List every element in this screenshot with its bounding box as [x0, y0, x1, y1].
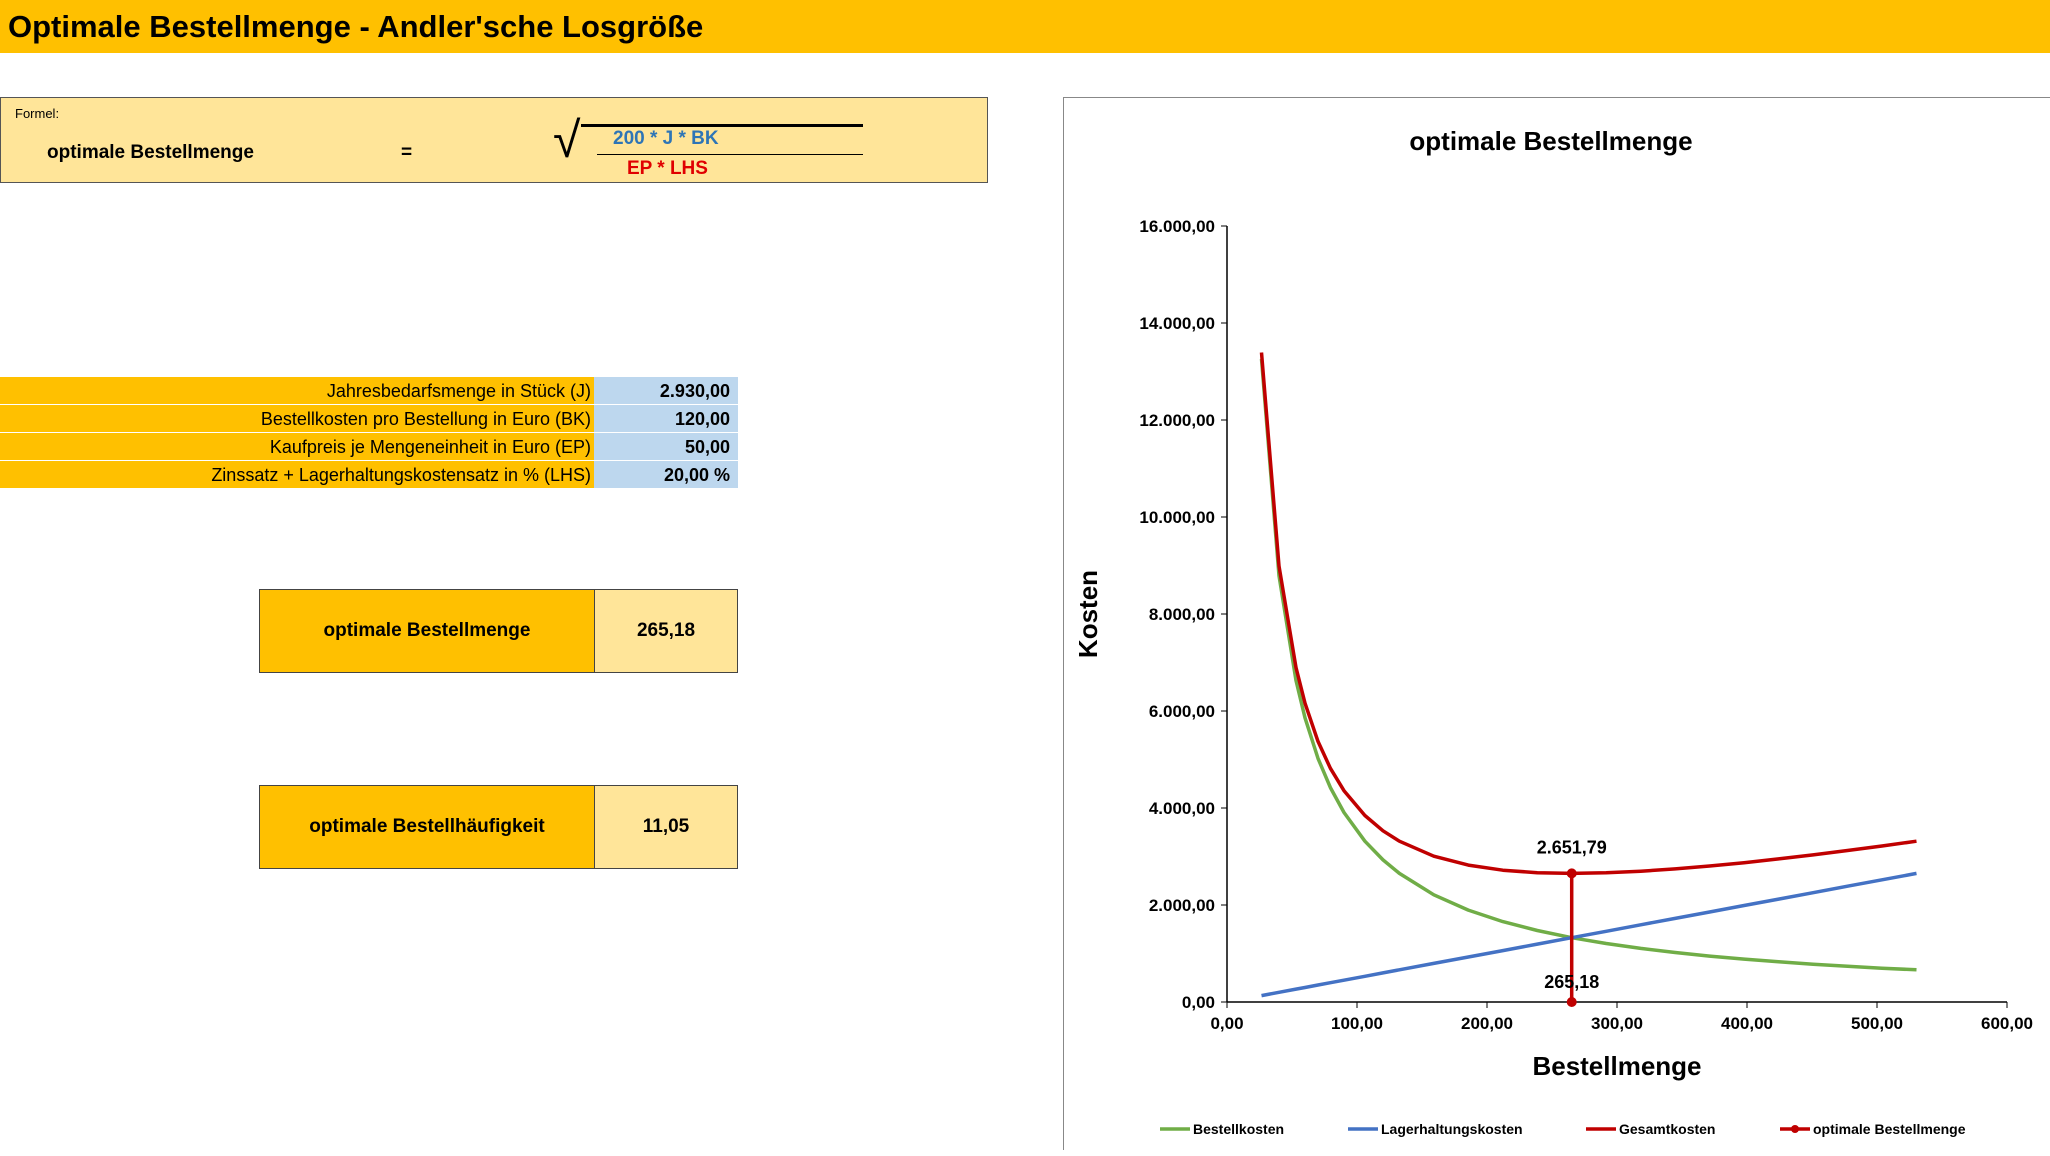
- y-tick-label: 10.000,00: [1139, 508, 1215, 527]
- x-tick-label: 100,00: [1331, 1014, 1383, 1033]
- chart-axes: 0,00 2.000,00 4.000,00 6.000,00 8.000,00 10.0…: [1139, 217, 2033, 1033]
- chart-series: 2.651,79 265,18: [1259, 352, 1917, 1007]
- square-root-icon: √: [553, 112, 581, 168]
- formula-name: optimale Bestellmenge: [47, 142, 254, 163]
- result-value-bestellmenge[interactable]: 265,18: [594, 589, 738, 673]
- y-axis-label: Kosten: [1073, 570, 1103, 658]
- y-tick-label: 14.000,00: [1139, 314, 1215, 333]
- y-tick-label: 4.000,00: [1149, 799, 1215, 818]
- legend-marker: [1791, 1125, 1799, 1133]
- x-tick-label: 200,00: [1461, 1014, 1513, 1033]
- x-tick-label: 600,00: [1981, 1014, 2033, 1033]
- param-value-ep[interactable]: 50,00: [594, 433, 738, 460]
- y-tick-label: 0,00: [1182, 993, 1215, 1012]
- chart-area[interactable]: optimale Bestellmenge Bestellmenge Koste…: [1063, 97, 2050, 1150]
- param-label-lhs: Zinssatz + Lagerhaltungskostensatz in % …: [0, 461, 594, 488]
- legend-label: Bestellkosten: [1193, 1121, 1284, 1137]
- param-label-bk: Bestellkosten pro Bestellung in Euro (BK…: [0, 405, 594, 432]
- x-tick-label: 500,00: [1851, 1014, 1903, 1033]
- x-tick-label: 0,00: [1210, 1014, 1243, 1033]
- page-title: Optimale Bestellmenge - Andler'sche Losg…: [0, 0, 2050, 53]
- x-tick-label: 400,00: [1721, 1014, 1773, 1033]
- result-label-bestellhaeufigkeit: optimale Bestellhäufigkeit: [259, 785, 594, 869]
- y-tick-label: 16.000,00: [1139, 217, 1215, 236]
- y-tick-label: 8.000,00: [1149, 605, 1215, 624]
- chart-legend: Bestellkosten Lagerhaltungskosten Gesamtko…: [1160, 1121, 1966, 1137]
- chart-svg: optimale Bestellmenge Bestellmenge Koste…: [1073, 126, 2033, 1137]
- param-value-bk[interactable]: 120,00: [594, 405, 738, 432]
- legend-label: Lagerhaltungskosten: [1381, 1121, 1523, 1137]
- formula-label: Formel:: [15, 106, 60, 121]
- x-axis-label: Bestellmenge: [1532, 1051, 1701, 1081]
- legend-label: Gesamtkosten: [1619, 1121, 1715, 1137]
- param-value-lhs[interactable]: 20,00 %: [594, 461, 738, 488]
- fraction-line: [597, 154, 863, 155]
- result-value-bestellhaeufigkeit[interactable]: 11,05: [594, 785, 738, 869]
- formula-equals: =: [401, 142, 413, 163]
- y-tick-label: 2.000,00: [1149, 896, 1215, 915]
- param-label-j: Jahresbedarfsmenge in Stück (J): [0, 377, 594, 404]
- series-line-gesamtkosten: [1259, 352, 1917, 876]
- y-tick-label: 12.000,00: [1139, 411, 1215, 430]
- result-label-bestellmenge: optimale Bestellmenge: [259, 589, 594, 673]
- data-label: 265,18: [1544, 972, 1599, 992]
- optimum-point: [1566, 868, 1577, 879]
- series-line-bestellkosten: [1259, 358, 1917, 972]
- formula-denominator: EP * LHS: [627, 158, 708, 179]
- param-value-j[interactable]: 2.930,00: [594, 377, 738, 404]
- legend-label: optimale Bestellmenge: [1813, 1121, 1966, 1137]
- data-label: 2.651,79: [1537, 837, 1607, 857]
- y-tick-label: 6.000,00: [1149, 702, 1215, 721]
- chart-title: optimale Bestellmenge: [1409, 126, 1692, 156]
- square-root-bar: [581, 124, 863, 127]
- param-label-ep: Kaufpreis je Mengeneinheit in Euro (EP): [0, 433, 594, 460]
- formula-box: Formel: optimale Bestellmenge = √ 200 * …: [0, 97, 988, 183]
- x-tick-label: 300,00: [1591, 1014, 1643, 1033]
- formula-numerator: 200 * J * BK: [613, 128, 719, 149]
- optimum-point: [1566, 997, 1577, 1007]
